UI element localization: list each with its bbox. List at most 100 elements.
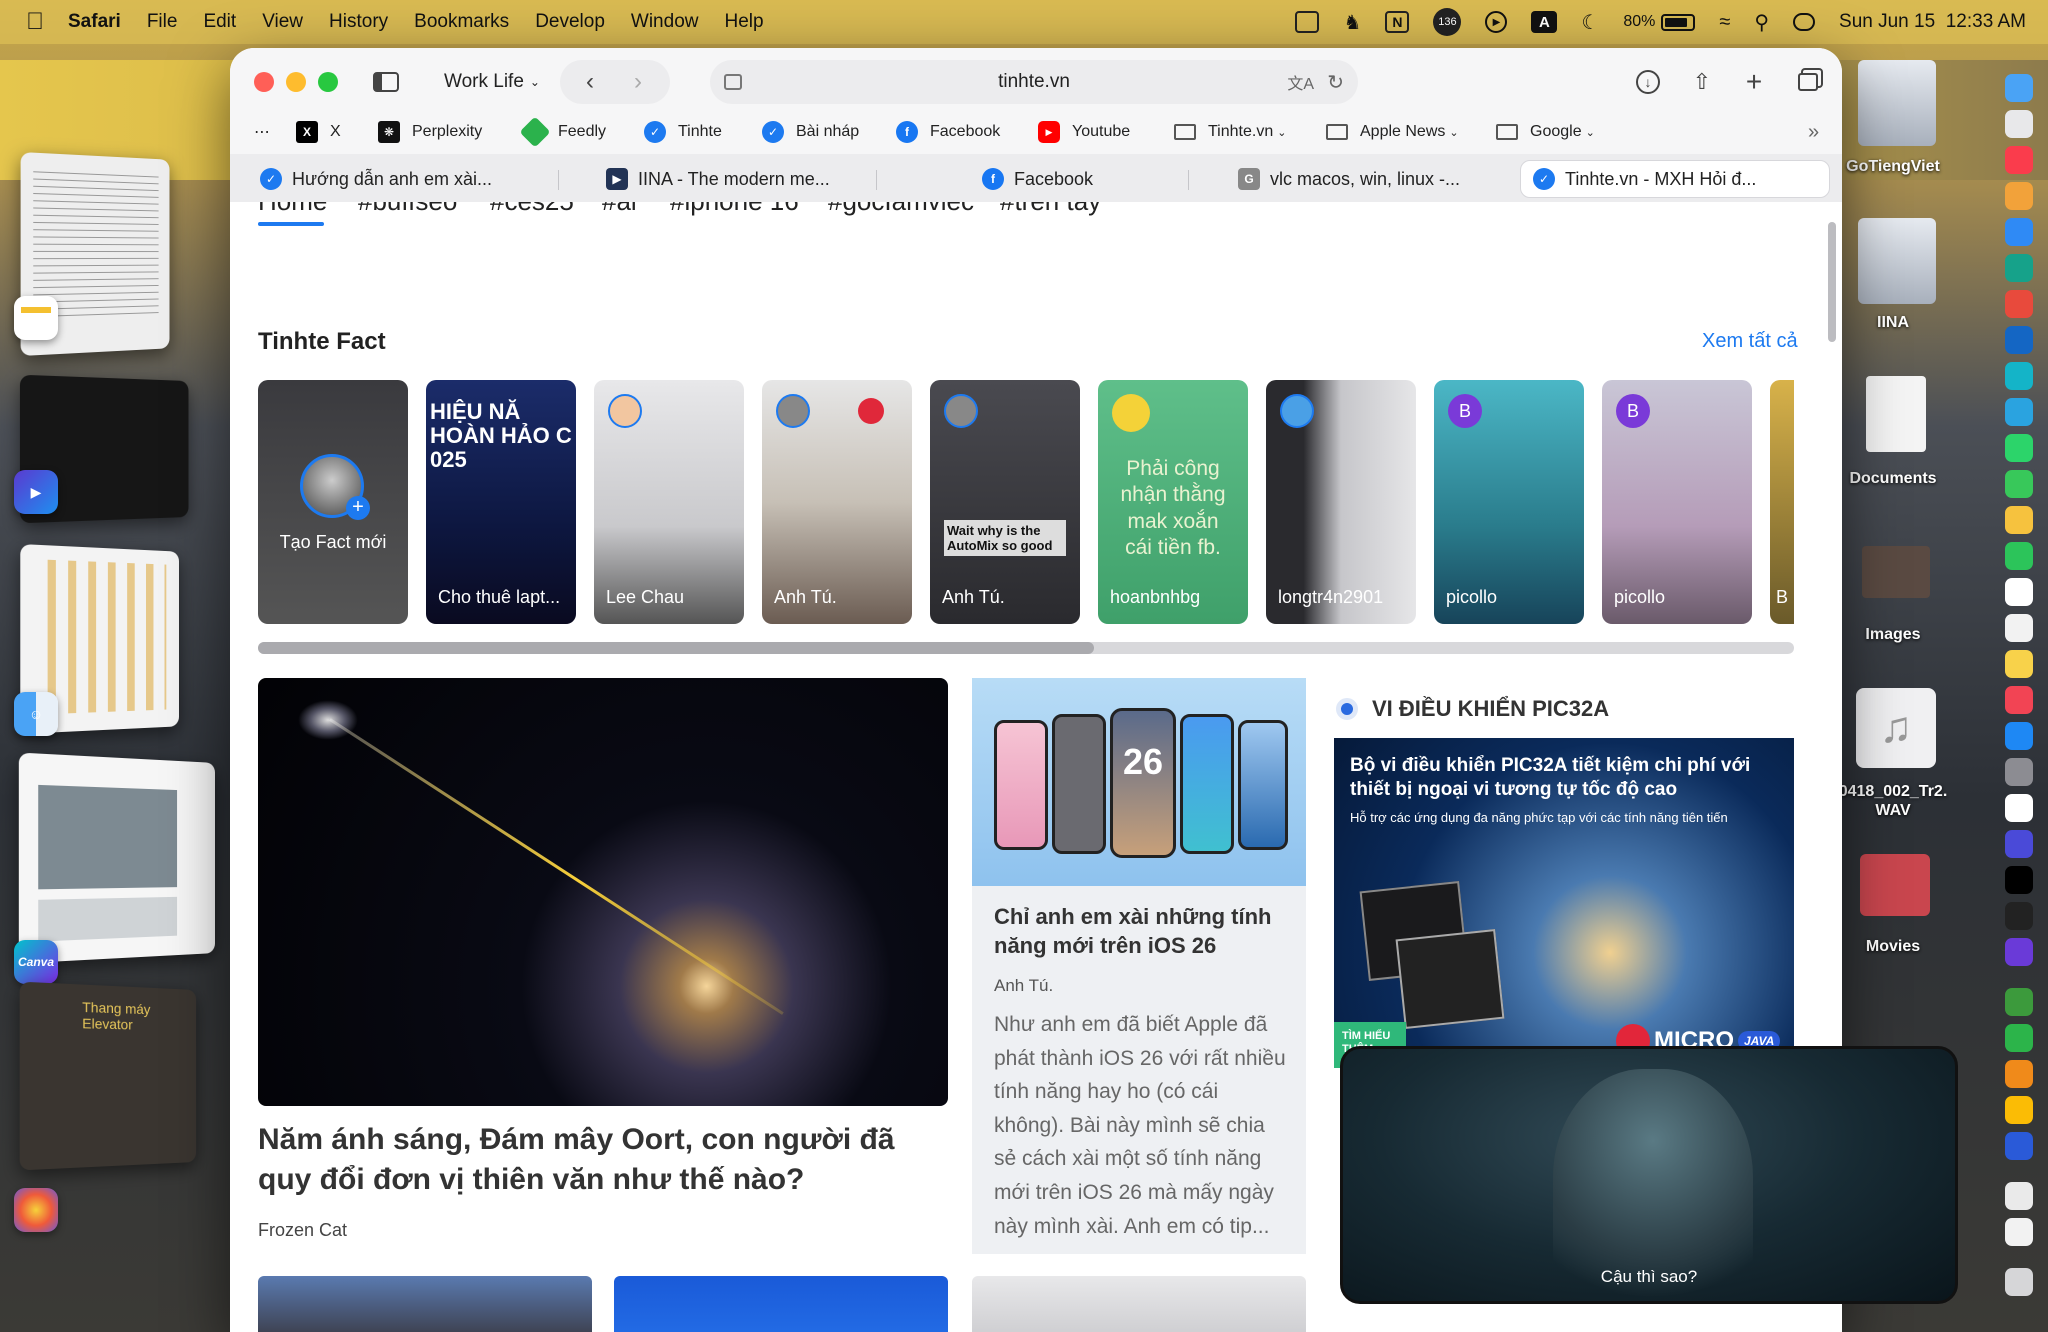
dock-telegram-icon[interactable] xyxy=(2005,398,2033,426)
dock-photos2-icon[interactable] xyxy=(2005,506,2033,534)
fact-card[interactable]: B picollo xyxy=(1602,380,1752,624)
desktop-drive-gotiengviet[interactable] xyxy=(1858,60,1936,146)
bookmark-x[interactable]: XX xyxy=(296,118,341,146)
ad-banner[interactable]: Bộ vi điều khiển PIC32A tiết kiệm chi ph… xyxy=(1334,738,1794,1068)
share-icon[interactable]: ⇧ xyxy=(1686,66,1718,98)
tab-vlc[interactable]: Gvlc macos, win, linux -... xyxy=(1226,160,1486,198)
dock-chrome-icon[interactable] xyxy=(2005,290,2033,318)
dock-finder-icon[interactable] xyxy=(2005,74,2033,102)
dock-readdle-icon[interactable] xyxy=(2005,830,2033,858)
back-button[interactable]: ‹ xyxy=(570,66,610,98)
main-article-title[interactable]: Năm ánh sáng, Đám mây Oort, con người đã… xyxy=(258,1120,948,1199)
dock-x-icon[interactable] xyxy=(2005,866,2033,894)
forward-button[interactable]: › xyxy=(618,66,658,98)
dock-trash-icon[interactable] xyxy=(2005,1268,2033,1296)
nav-ces25[interactable]: #ces25 xyxy=(490,202,574,217)
article-thumb[interactable] xyxy=(258,1276,592,1332)
desktop-movies-icon[interactable] xyxy=(1860,854,1930,916)
dock-outlook-icon[interactable] xyxy=(2005,326,2033,354)
page-menu-icon[interactable] xyxy=(724,74,742,90)
dock-appstore-icon[interactable] xyxy=(2005,722,2033,750)
tab-iina[interactable]: ▶ IINA - The modern me... xyxy=(594,160,894,198)
side-article-author[interactable]: Anh Tú. xyxy=(994,976,1053,996)
dock-calendar-icon[interactable] xyxy=(2005,578,2033,606)
bookmark-tinhte[interactable]: ✓ Tinhte xyxy=(644,118,722,146)
dock-photos-icon[interactable] xyxy=(2005,182,2033,210)
dock-notion-icon[interactable] xyxy=(2005,794,2033,822)
menu-develop[interactable]: Develop xyxy=(535,11,605,33)
fact-scrollbar[interactable] xyxy=(258,642,1794,654)
fact-card[interactable]: Anh Tú. xyxy=(762,380,912,624)
tab-facebook[interactable]: f Facebook xyxy=(970,160,1170,198)
desktop-drive-iina[interactable] xyxy=(1858,218,1936,304)
dock-safari-icon[interactable] xyxy=(2005,218,2033,246)
desktop-images-icon[interactable] xyxy=(1862,546,1930,598)
dock-facetime-icon[interactable] xyxy=(2005,542,2033,570)
bookmark-facebook[interactable]: f Facebook xyxy=(896,118,1000,146)
tab-overview-icon[interactable] xyxy=(1792,66,1824,98)
reload-icon[interactable]: ↻ xyxy=(1327,70,1344,95)
battery-status[interactable]: 80% xyxy=(1623,13,1695,31)
apple-menu-icon[interactable]:  xyxy=(26,8,60,36)
display-icon[interactable] xyxy=(1295,11,1319,33)
page-scrollbar[interactable] xyxy=(1828,222,1836,342)
menu-app-name[interactable]: Safari xyxy=(68,11,121,33)
side-article-title[interactable]: Chỉ anh em xài những tính năng mới trên … xyxy=(994,902,1284,960)
dock-vlc-icon[interactable] xyxy=(2005,1060,2033,1088)
menu-bookmarks[interactable]: Bookmarks xyxy=(414,11,509,33)
downloads-icon[interactable]: ↓ xyxy=(1632,66,1664,98)
dock-whatsapp-icon[interactable] xyxy=(2005,434,2033,462)
dock-notes-icon[interactable] xyxy=(2005,650,2033,678)
fact-card-create[interactable]: + Tạo Fact mới xyxy=(258,380,408,624)
badge-icon[interactable]: 136 xyxy=(1433,8,1461,36)
fact-card[interactable]: HIỆU NĂ HOÀN HẢO C 025 Cho thuê lapt... xyxy=(426,380,576,624)
menu-window[interactable]: Window xyxy=(631,11,699,33)
desktop-wav-icon[interactable]: ♫ xyxy=(1856,688,1936,768)
stage-window-canva[interactable] xyxy=(19,753,215,964)
nav-tren-tay[interactable]: #tren tay xyxy=(1000,202,1101,217)
menu-file[interactable]: File xyxy=(147,11,178,33)
nav-buffseo[interactable]: #buffseo xyxy=(358,202,457,217)
fact-card[interactable]: Phải công nhận thằng mak xoắn cái tiền f… xyxy=(1098,380,1248,624)
bookmark-perplexity[interactable]: ❋ Perplexity xyxy=(378,118,482,146)
article-thumb[interactable] xyxy=(614,1276,948,1332)
address-bar[interactable]: tinhte.vn 文A ↻ xyxy=(710,60,1358,104)
menu-view[interactable]: View xyxy=(262,11,303,33)
notion-icon[interactable]: N xyxy=(1385,11,1409,33)
nav-gocIamviec[interactable]: #gocIamviec xyxy=(828,202,974,217)
input-source-icon[interactable]: A xyxy=(1531,11,1557,33)
search-icon[interactable]: ⚲ xyxy=(1754,10,1769,35)
tab-huong-dan[interactable]: ✓ Hướng dẫn anh em xài... xyxy=(248,160,548,198)
dock-canva-icon[interactable] xyxy=(2005,362,2033,390)
nav-iphone16[interactable]: #iphone 16 xyxy=(670,202,799,217)
dock-downloads-icon[interactable] xyxy=(2005,1218,2033,1246)
bookmark-bai-nhap[interactable]: ✓ Bài nháp xyxy=(762,118,859,146)
dock-news-icon[interactable] xyxy=(2005,686,2033,714)
minimize-button[interactable] xyxy=(286,72,306,92)
tab-group-button[interactable]: Work Life ⌄ xyxy=(430,60,554,104)
translate-icon[interactable]: 文A xyxy=(1287,70,1314,94)
stage-window-video[interactable]: Thang máy Elevator xyxy=(20,982,196,1171)
see-all-link[interactable]: Xem tất cả xyxy=(1702,330,1798,353)
dock-iina-icon[interactable] xyxy=(2005,1132,2033,1160)
side-article-image[interactable]: 26 xyxy=(972,678,1306,886)
article-thumb[interactable] xyxy=(972,1276,1306,1332)
more-bookmarks-icon[interactable]: » xyxy=(1808,118,1819,146)
picture-in-picture-video[interactable]: Cậu thì sao? xyxy=(1340,1046,1958,1304)
dock-settings-icon[interactable] xyxy=(2005,758,2033,786)
menu-history[interactable]: History xyxy=(329,11,388,33)
bookmark-youtube[interactable]: ▶ Youtube xyxy=(1038,118,1130,146)
dock-discord-icon[interactable] xyxy=(2005,902,2033,930)
cat-icon[interactable]: ♞ xyxy=(1343,10,1361,35)
play-icon[interactable]: ▶ xyxy=(1485,11,1507,33)
nav-ai[interactable]: #ai xyxy=(602,202,637,217)
bookmark-feedly[interactable]: Feedly xyxy=(524,118,606,146)
dock-preview-icon[interactable] xyxy=(2005,1182,2033,1210)
desktop-documents-icon[interactable] xyxy=(1866,376,1926,452)
dock-edge-icon[interactable] xyxy=(2005,254,2033,282)
moon-icon[interactable]: ☾ xyxy=(1581,10,1599,35)
dock-launchpad-icon[interactable] xyxy=(2005,110,2033,138)
sidebar-toggle-icon[interactable] xyxy=(370,66,402,98)
control-center-icon[interactable] xyxy=(1793,13,1815,31)
nav-home[interactable]: Home xyxy=(258,202,327,217)
